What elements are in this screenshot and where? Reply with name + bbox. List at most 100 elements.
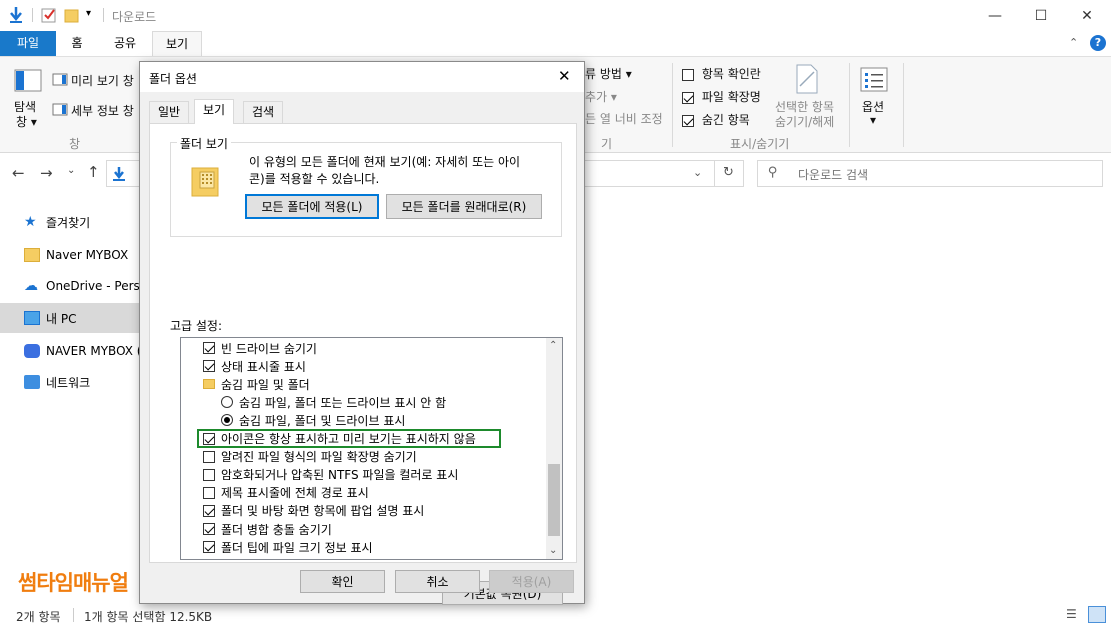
quick-access-dropdown-icon[interactable]: ▾ bbox=[86, 8, 91, 19]
size-columns-button[interactable]: 든 열 너비 조정 bbox=[585, 110, 663, 127]
advanced-settings-list[interactable]: 빈 드라이브 숨기기상태 표시줄 표시숨김 파일 및 폴더 숨김 파일, 폴더 또… bbox=[180, 337, 563, 560]
setting-radio[interactable] bbox=[221, 396, 233, 409]
divider bbox=[103, 8, 104, 22]
pane-group-label: 창 bbox=[69, 137, 81, 151]
setting-row[interactable]: 제목 표시줄에 전체 경로 표시 bbox=[203, 484, 369, 502]
setting-radio[interactable] bbox=[221, 414, 233, 427]
setting-checkbox[interactable] bbox=[203, 486, 215, 499]
setting-row[interactable]: 폴더 병합 충돌 숨기기 bbox=[203, 520, 332, 538]
help-icon[interactable]: ? bbox=[1090, 35, 1106, 51]
setting-row[interactable]: 폴더 및 바탕 화면 항목에 팝업 설명 표시 bbox=[203, 502, 424, 520]
scroll-down-icon[interactable]: ⌄ bbox=[549, 545, 557, 556]
setting-checkbox[interactable] bbox=[203, 504, 215, 517]
nav-item-naver-mybox[interactable]: Naver MYBOX bbox=[0, 240, 139, 270]
nav-item-label: Naver MYBOX bbox=[46, 248, 129, 262]
tab-home[interactable]: 홈 bbox=[56, 31, 98, 56]
nav-item-label: OneDrive - Perso bbox=[46, 279, 139, 293]
setting-label: 폴더 팁에 파일 크기 정보 표시 bbox=[221, 540, 373, 555]
new-folder-icon[interactable] bbox=[64, 7, 80, 23]
options-dropdown-icon[interactable]: ▾ bbox=[870, 113, 876, 127]
dialog-close-icon[interactable]: ✕ bbox=[558, 67, 571, 85]
address-bar-end[interactable]: ⌄ bbox=[585, 160, 715, 187]
scrollbar-thumb[interactable] bbox=[548, 464, 560, 536]
nav-item-quick-access[interactable]: ★ 즐겨찾기 bbox=[0, 207, 139, 237]
setting-label: 상태 표시줄 표시 bbox=[221, 359, 306, 374]
properties-icon[interactable] bbox=[41, 7, 57, 23]
dialog-tab-view[interactable]: 보기 bbox=[194, 99, 235, 124]
setting-row[interactable]: 상태 표시줄 표시 bbox=[203, 357, 306, 375]
search-box[interactable]: ⚲ 다운로드 검색 bbox=[757, 160, 1103, 187]
download-arrow-icon bbox=[10, 7, 22, 23]
reset-folders-button[interactable]: 모든 폴더를 원래대로(R) bbox=[386, 194, 542, 219]
cancel-button[interactable]: 취소 bbox=[395, 570, 480, 593]
details-pane-button[interactable]: 세부 정보 창 bbox=[71, 102, 134, 119]
setting-checkbox[interactable] bbox=[203, 559, 215, 560]
setting-checkbox[interactable] bbox=[203, 342, 215, 354]
hidden-items-option[interactable]: 숨긴 항목 bbox=[682, 111, 750, 128]
recent-locations-icon[interactable]: ⌄ bbox=[67, 165, 75, 176]
dialog-tab-general[interactable]: 일반 bbox=[149, 101, 190, 123]
address-dropdown-icon[interactable]: ⌄ bbox=[693, 166, 702, 179]
file-extensions-option[interactable]: 파일 확장명 bbox=[682, 88, 761, 105]
setting-row[interactable]: 확인란을 사용하여 항목 선택 bbox=[203, 556, 365, 560]
tab-file[interactable]: 파일 bbox=[0, 31, 56, 56]
nav-item-naver-mybox-drive[interactable]: NAVER MYBOX ( bbox=[0, 336, 139, 366]
star-icon: ★ bbox=[24, 214, 37, 230]
maximize-button[interactable]: ☐ bbox=[1018, 0, 1064, 31]
preview-pane-button[interactable]: 미리 보기 창 bbox=[71, 72, 134, 89]
apply-to-folders-button[interactable]: 모든 폴더에 적용(L) bbox=[245, 194, 379, 219]
details-view-icon[interactable]: ☰ bbox=[1066, 607, 1077, 621]
address-bar[interactable] bbox=[106, 160, 140, 187]
settings-scrollbar[interactable]: ⌃ ⌄ bbox=[546, 338, 562, 559]
network-icon bbox=[24, 375, 40, 389]
back-arrow-icon[interactable]: ← bbox=[12, 164, 25, 182]
sort-by-button[interactable]: 류 방법 ▾ bbox=[585, 65, 632, 82]
refresh-button[interactable]: ↻ bbox=[714, 160, 744, 187]
add-columns-button[interactable]: 추가 ▾ bbox=[585, 88, 617, 105]
showhide-group-label: 표시/숨기기 bbox=[730, 137, 790, 151]
setting-checkbox[interactable] bbox=[203, 523, 215, 535]
dialog-title: 폴더 옵션 bbox=[149, 72, 197, 86]
forward-arrow-icon[interactable]: → bbox=[40, 164, 53, 182]
setting-row[interactable]: 숨김 파일 및 폴더 bbox=[203, 375, 310, 393]
scroll-up-icon[interactable]: ⌃ bbox=[549, 340, 557, 351]
tab-share[interactable]: 공유 bbox=[100, 31, 150, 56]
dialog-tab-search[interactable]: 검색 bbox=[243, 101, 284, 123]
setting-checkbox[interactable] bbox=[203, 450, 215, 463]
setting-row[interactable]: 암호화되거나 압축된 NTFS 파일을 컬러로 표시 bbox=[203, 466, 458, 484]
file-extensions-label: 파일 확장명 bbox=[701, 90, 761, 104]
navigation-pane-label2[interactable]: 창 ▾ bbox=[16, 113, 37, 130]
setting-checkbox[interactable] bbox=[203, 541, 215, 554]
divider bbox=[32, 8, 33, 22]
item-checkboxes-option[interactable]: 항목 확인란 bbox=[682, 65, 761, 82]
nav-item-network[interactable]: 네트워크 bbox=[0, 367, 139, 397]
search-input[interactable]: 다운로드 검색 bbox=[798, 166, 868, 183]
apply-button[interactable]: 적용(A) bbox=[489, 570, 574, 593]
hidden-items-checkbox[interactable] bbox=[682, 114, 694, 127]
setting-row[interactable]: 알려진 파일 형식의 파일 확장명 숨기기 bbox=[203, 448, 417, 466]
nav-item-this-pc[interactable]: 내 PC bbox=[0, 303, 139, 333]
divider bbox=[849, 63, 850, 147]
ok-button[interactable]: 확인 bbox=[300, 570, 385, 593]
setting-row[interactable]: 빈 드라이브 숨기기 bbox=[203, 339, 317, 357]
setting-label: 숨김 파일 및 폴더 bbox=[221, 377, 310, 392]
hide-selected-label2[interactable]: 숨기기/해제 bbox=[775, 113, 834, 130]
ribbon-collapse-icon[interactable]: ⌃ bbox=[1069, 36, 1078, 49]
large-icons-view-icon[interactable] bbox=[1088, 606, 1106, 623]
setting-checkbox[interactable] bbox=[203, 360, 215, 373]
setting-checkbox[interactable] bbox=[203, 468, 215, 481]
setting-row[interactable]: 폴더 팁에 파일 크기 정보 표시 bbox=[203, 538, 373, 556]
setting-label: 알려진 파일 형식의 파일 확장명 숨기기 bbox=[221, 450, 417, 465]
up-arrow-icon[interactable]: ↑ bbox=[87, 163, 100, 181]
setting-row[interactable]: 숨김 파일, 폴더 또는 드라이브 표시 안 함 bbox=[221, 393, 446, 411]
file-extensions-checkbox[interactable] bbox=[682, 91, 694, 104]
minimize-button[interactable]: — bbox=[972, 0, 1018, 31]
setting-row[interactable]: 숨김 파일, 폴더 및 드라이브 표시 bbox=[221, 411, 405, 429]
computer-icon bbox=[24, 311, 40, 325]
item-checkboxes-checkbox[interactable] bbox=[682, 68, 694, 81]
tab-view[interactable]: 보기 bbox=[152, 31, 202, 56]
close-button[interactable]: ✕ bbox=[1064, 0, 1110, 31]
nav-item-onedrive[interactable]: ☁ OneDrive - Perso bbox=[0, 271, 139, 301]
setting-label: 암호화되거나 압축된 NTFS 파일을 컬러로 표시 bbox=[221, 468, 459, 483]
search-icon: ⚲ bbox=[768, 165, 778, 180]
